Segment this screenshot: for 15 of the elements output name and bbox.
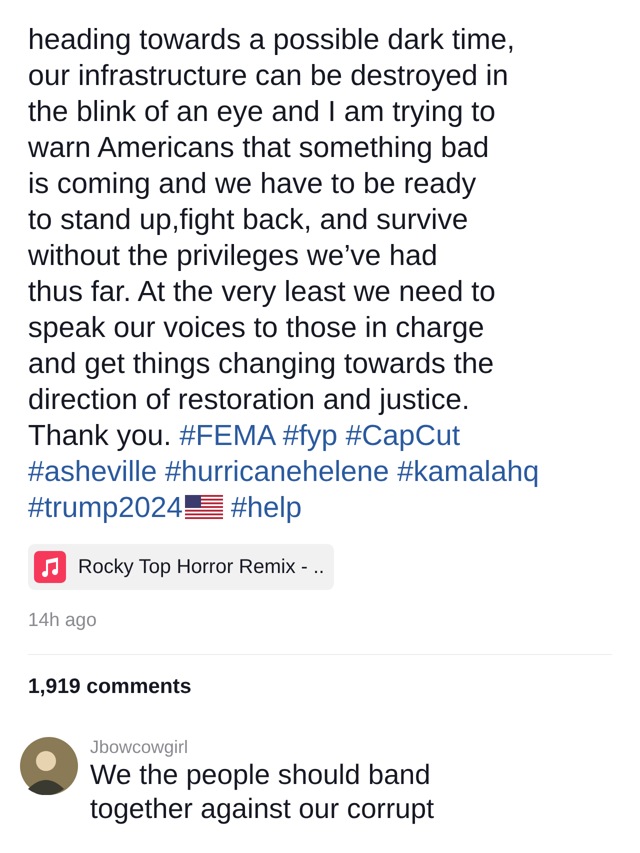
hashtag-link[interactable]: #trump2024 <box>28 492 223 524</box>
avatar[interactable] <box>20 737 78 795</box>
comment-text: We the people should band together against our corrupt <box>90 758 434 826</box>
music-note-icon <box>34 551 66 583</box>
hashtag-link[interactable]: #kamalahq <box>397 456 540 488</box>
hashtag-link[interactable]: #hurricanehelene <box>165 456 390 488</box>
caption-text: heading towards a possible dark time, our infrastructure can be destroyed in the blink of an eye and I am trying to warn Americans that something bad is coming and we have to be ready to stand up,fight back, and survive without the privileges we’ve had thus far. At the very least we need to speak our voices to those in charge and get things changing towards the direction of restoration and justice. Thank you. #FEMA #fyp #CapCut #asheville #hurricanehelene #kamalahq #trump2024 #help <box>28 23 540 526</box>
hashtag-link[interactable]: #asheville <box>28 456 157 488</box>
hashtag-link[interactable]: #fyp <box>282 420 338 452</box>
hashtag-link[interactable]: #help <box>230 492 302 524</box>
hashtag-link[interactable]: #CapCut <box>346 420 460 452</box>
hashtag-link[interactable]: #FEMA <box>180 420 275 452</box>
comments-count: 1,919 comments <box>28 675 192 699</box>
music-chip[interactable]: Rocky Top Horror Remix - .. <box>28 544 334 590</box>
post-time: 14h ago <box>28 610 98 632</box>
